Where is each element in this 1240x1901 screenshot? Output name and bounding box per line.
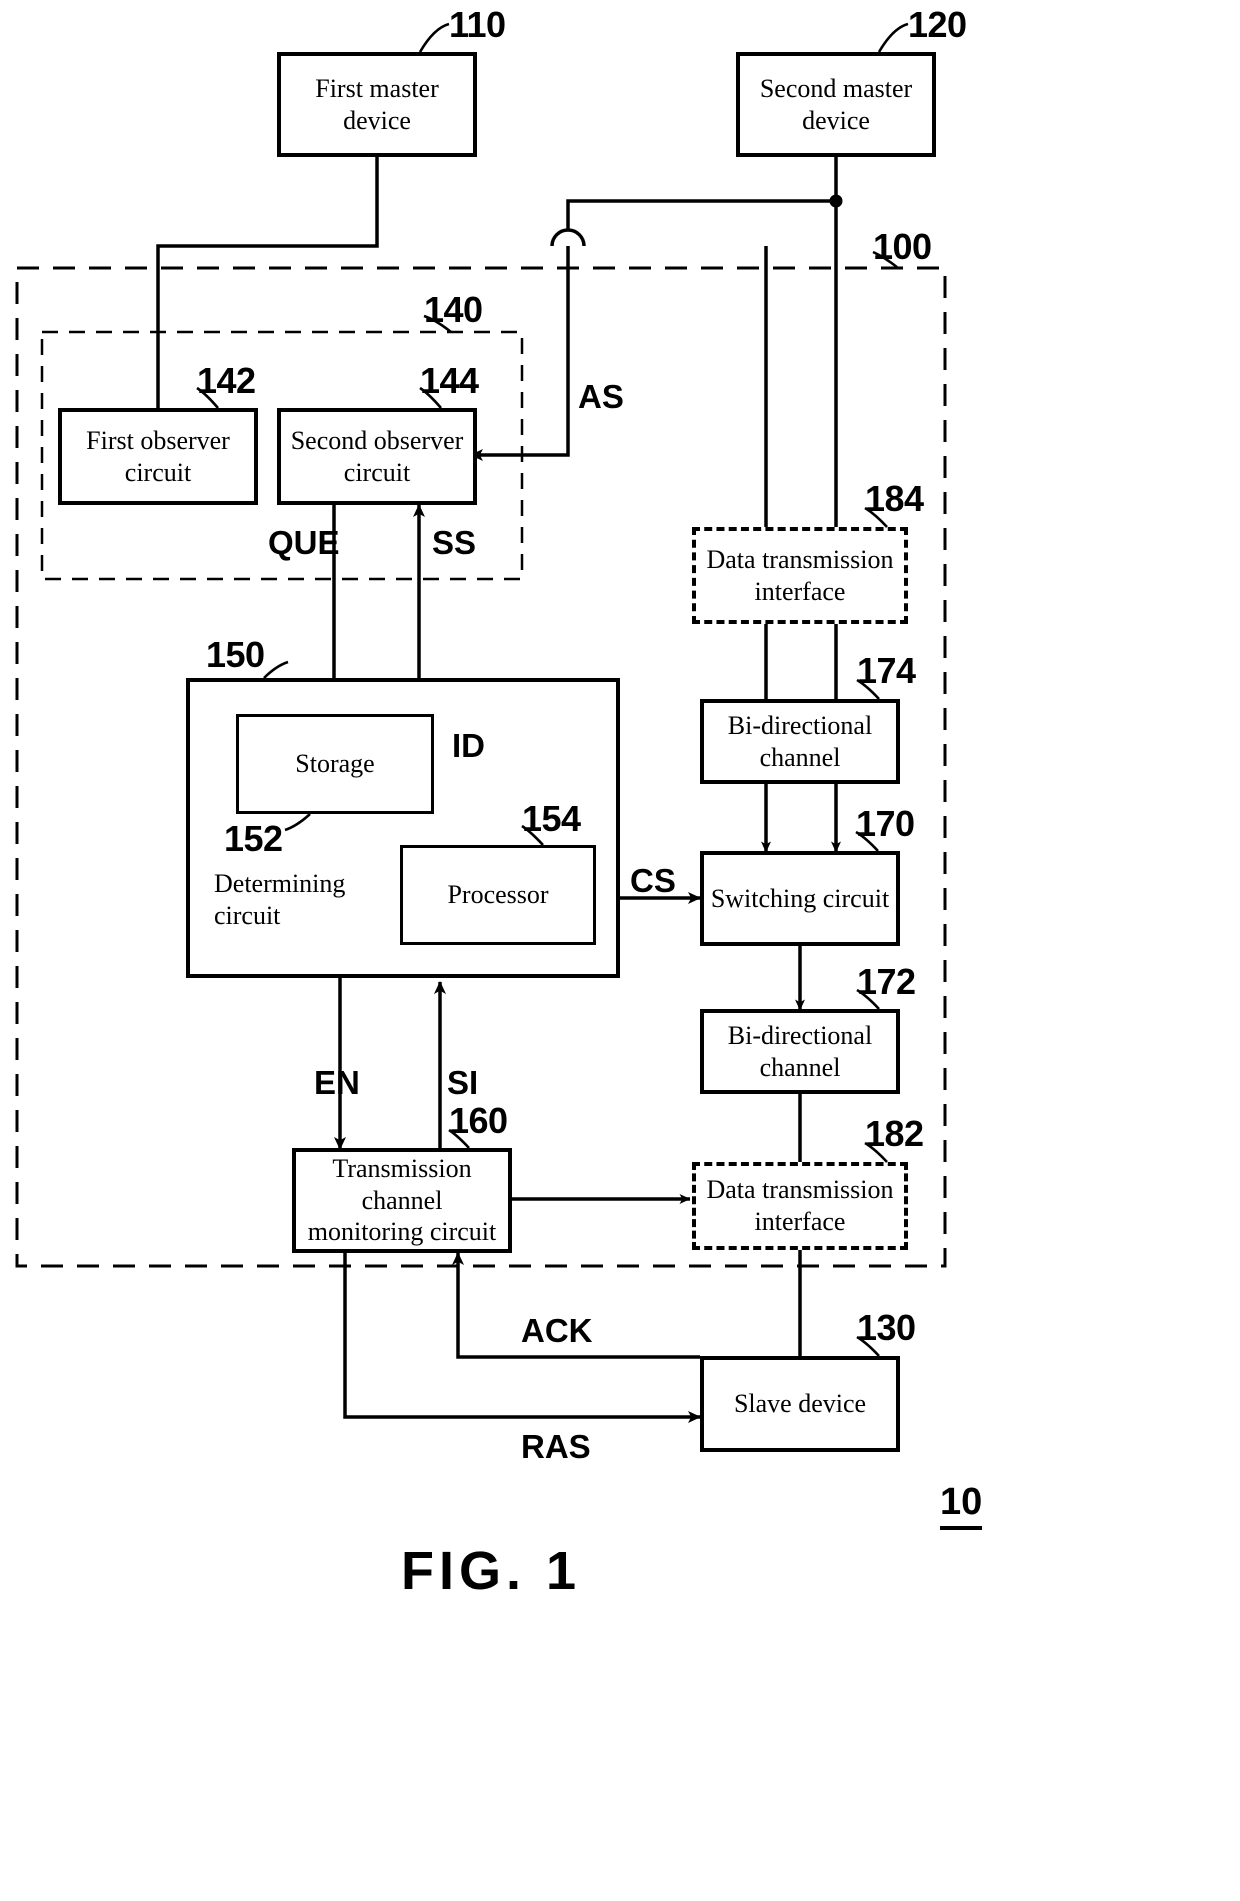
- ref-172: 172: [857, 961, 916, 1002]
- signal-label-si: SI: [447, 1064, 479, 1101]
- signal-label-en: EN: [314, 1064, 360, 1101]
- signal-label-que: QUE: [268, 524, 340, 561]
- ref-142: 142: [197, 360, 256, 401]
- ref-160: 160: [449, 1100, 508, 1141]
- signal-label-ack: ACK: [521, 1312, 593, 1349]
- ref-150: 150: [206, 634, 265, 675]
- ref-170: 170: [856, 803, 915, 844]
- ref-120: 120: [908, 4, 967, 45]
- ref-140: 140: [424, 289, 483, 330]
- signal-label-ras: RAS: [521, 1428, 591, 1465]
- figure-canvas: First master device Second master device…: [0, 0, 1240, 1901]
- ref-152: 152: [224, 818, 283, 859]
- ref-182: 182: [865, 1113, 924, 1154]
- ref-130: 130: [857, 1307, 916, 1348]
- signal-label-ss: SS: [432, 524, 477, 561]
- ref-174: 174: [857, 650, 916, 691]
- signal-label-cs: CS: [630, 862, 676, 899]
- ref-100: 100: [873, 226, 932, 267]
- signal-label-as: AS: [578, 378, 624, 415]
- ref-184: 184: [865, 478, 924, 519]
- signal-label-id: ID: [452, 727, 485, 764]
- ref-144: 144: [420, 360, 479, 401]
- ref-110: 110: [449, 4, 506, 45]
- figure-caption: FIG. 1: [401, 1541, 582, 1601]
- leader-lines-layer: [196, 22, 909, 1357]
- ref-154: 154: [522, 798, 581, 839]
- system-number-10: 10: [940, 1481, 983, 1530]
